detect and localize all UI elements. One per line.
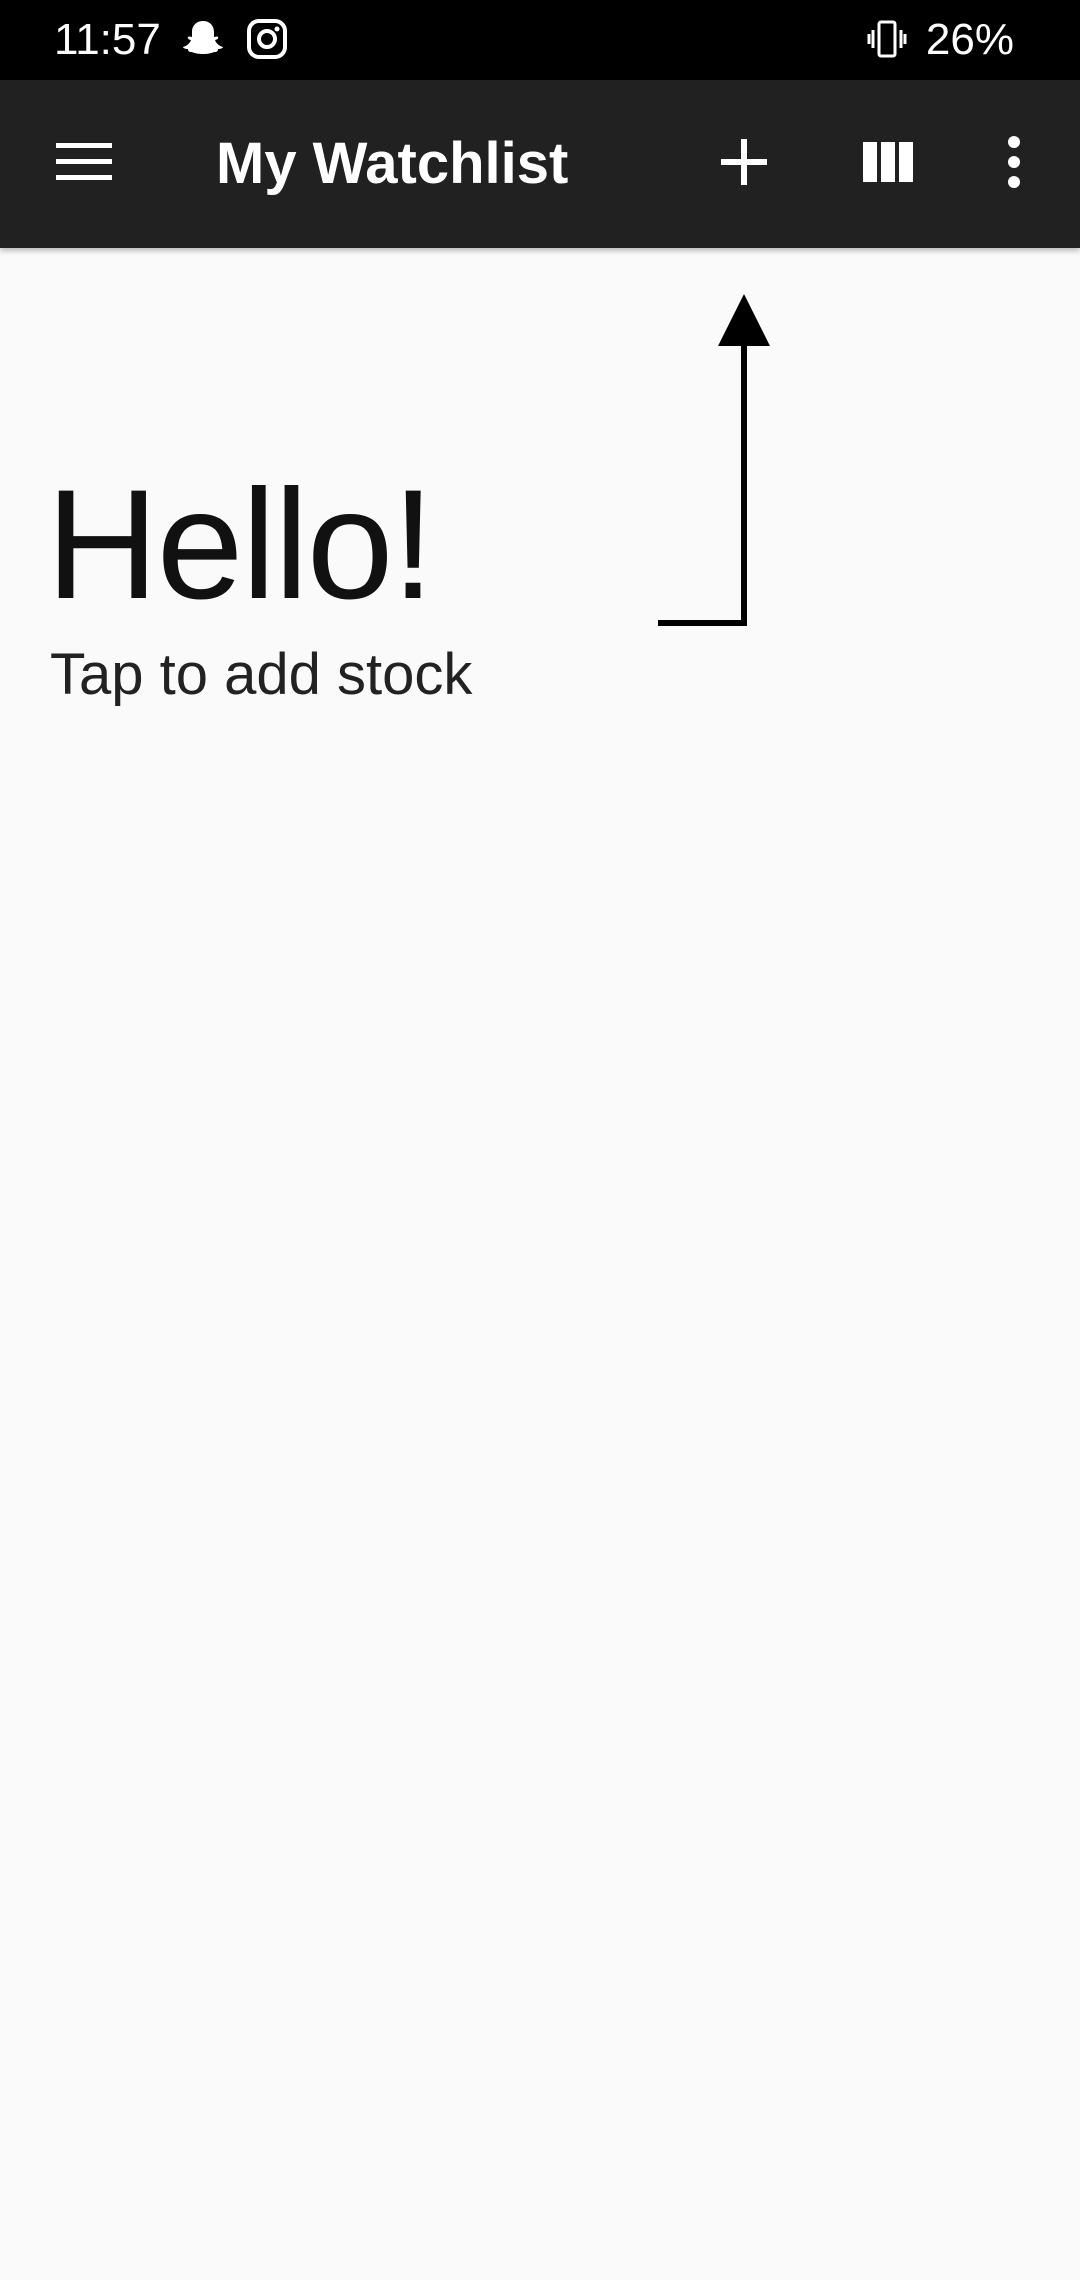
- hint-arrow-icon: [658, 294, 770, 626]
- vibrate-icon: [864, 16, 910, 62]
- app-bar: My Watchlist: [0, 80, 1080, 248]
- more-vert-icon: [1004, 135, 1024, 194]
- add-icon: [719, 137, 769, 192]
- menu-button[interactable]: [24, 80, 144, 248]
- menu-icon: [54, 139, 114, 190]
- status-bar: 11:57 26%: [0, 0, 1080, 80]
- add-stock-hint: Tap to add stock: [50, 642, 473, 707]
- app-title: My Watchlist: [216, 131, 569, 196]
- battery-percentage: 26%: [925, 15, 1014, 64]
- snapchat-icon: [180, 16, 226, 62]
- watchlist-screen: 11:57 26% My Watchlist Hello! Tap to add…: [0, 0, 1080, 2280]
- instagram-icon: [244, 16, 290, 62]
- columns-icon: [861, 140, 915, 189]
- greeting-heading: Hello!: [46, 458, 435, 632]
- status-time: 11:57: [54, 15, 161, 64]
- add-stock-button[interactable]: [684, 80, 804, 248]
- more-options-button[interactable]: [954, 80, 1074, 248]
- columns-button[interactable]: [828, 80, 948, 248]
